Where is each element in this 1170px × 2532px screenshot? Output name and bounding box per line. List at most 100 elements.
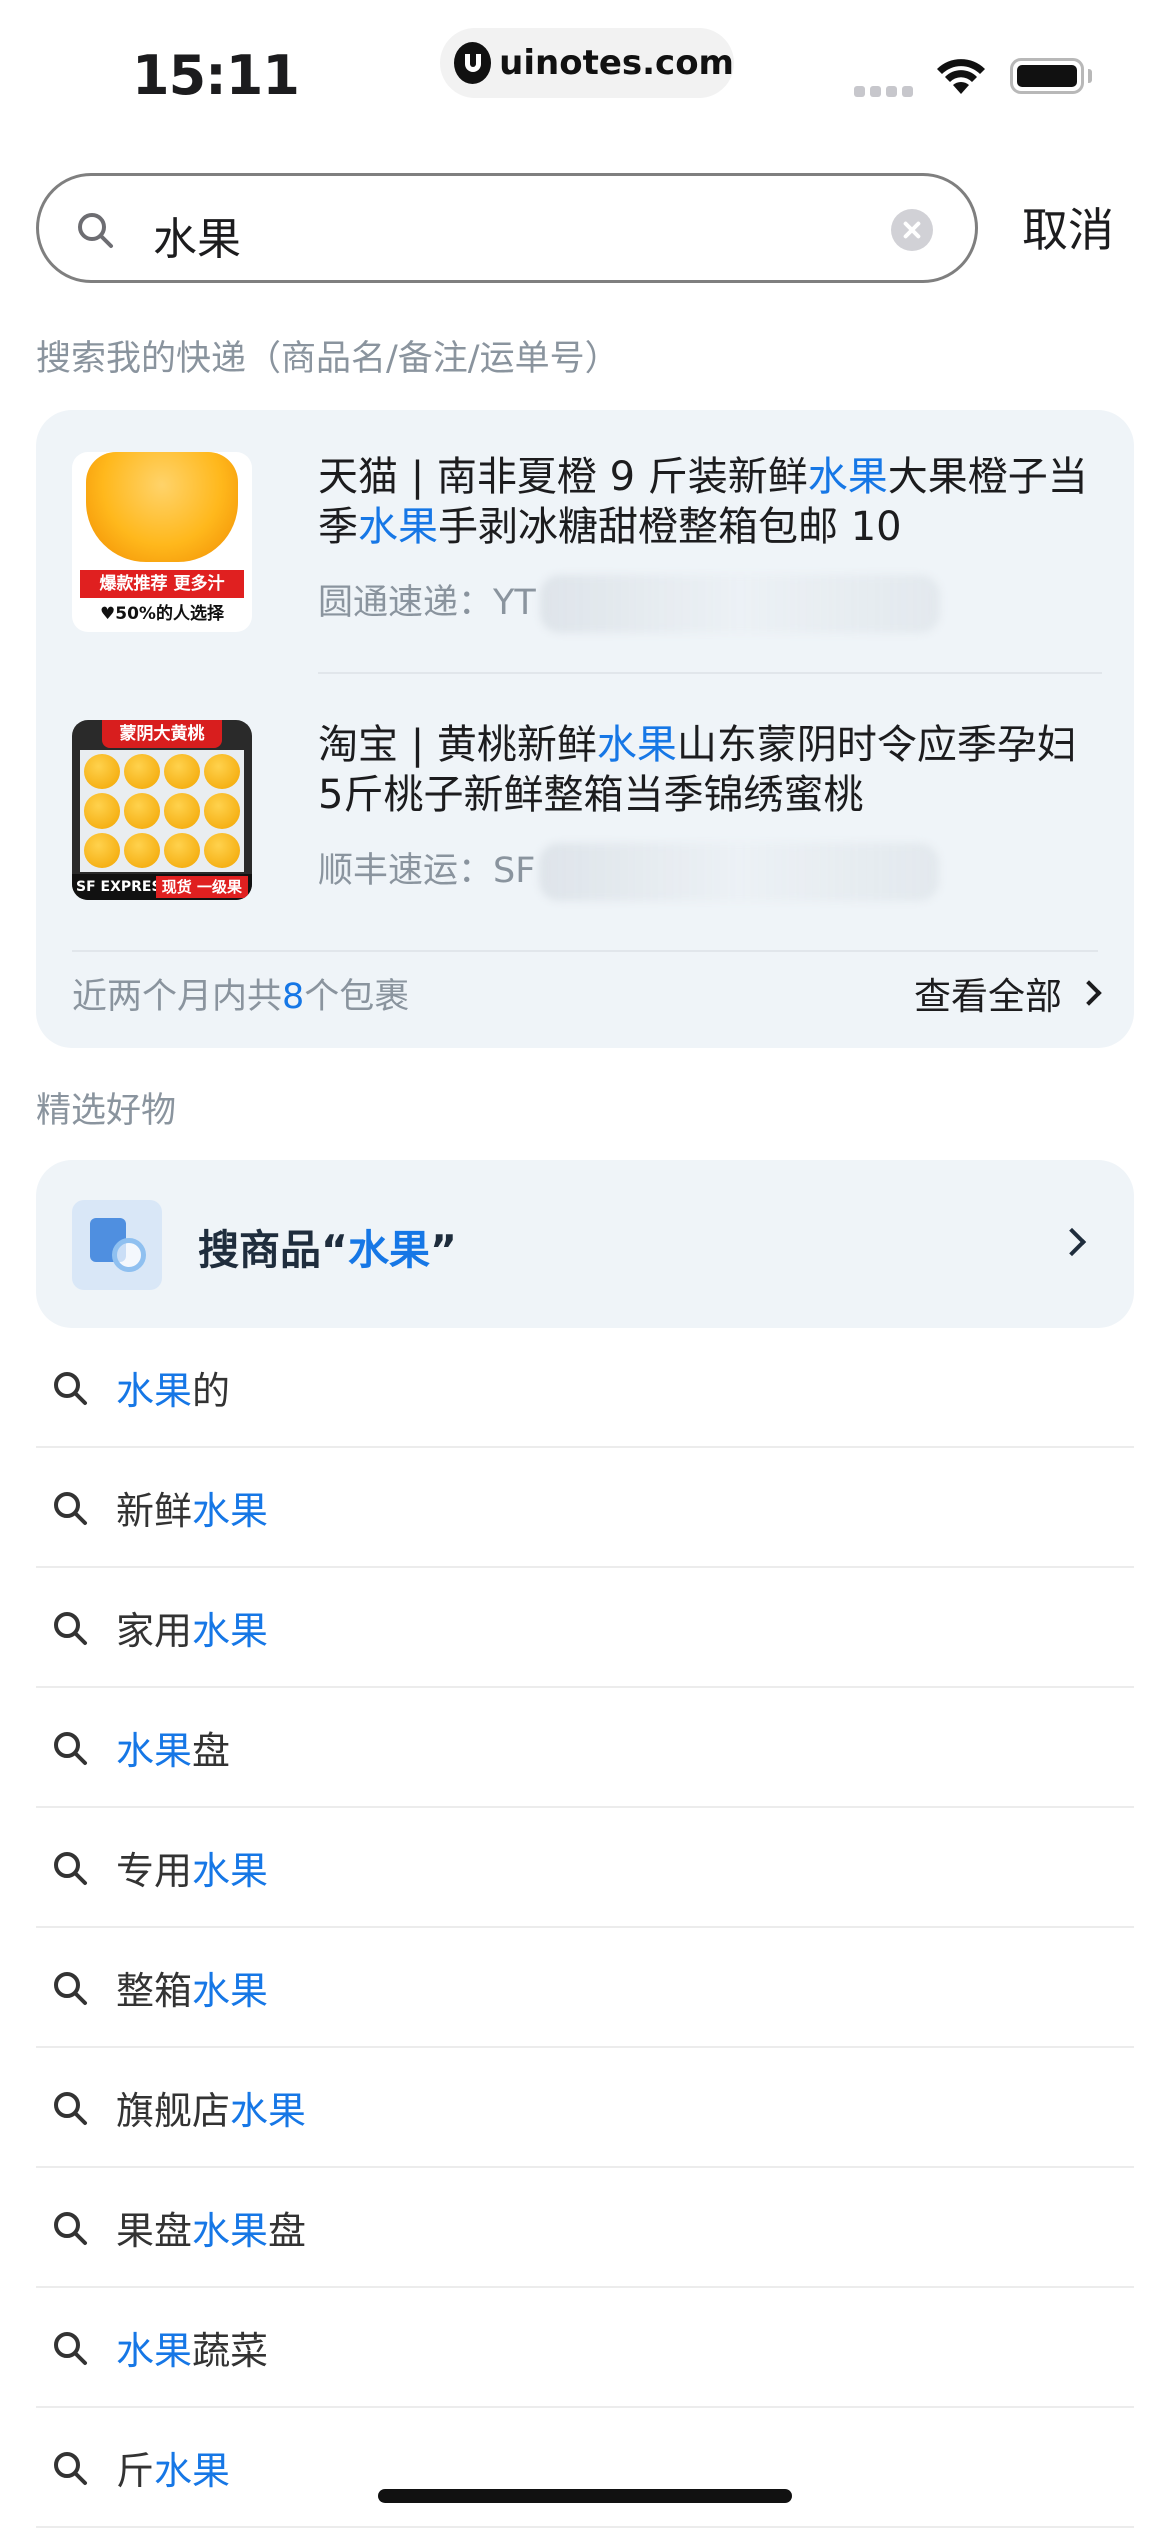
redacted-tracking-number <box>539 843 940 901</box>
express-section-title: 搜索我的快递（商品名/备注/运单号） <box>36 339 620 379</box>
suggestion-keyword: 水果 <box>192 1849 269 1893</box>
summary-suffix: 个包裹 <box>304 977 410 1017</box>
goods-section-title: 精选好物 <box>36 1091 177 1131</box>
chevron-right-icon <box>1076 980 1102 1006</box>
summary-prefix: 近两个月内共 <box>72 977 283 1017</box>
divider <box>72 950 1098 952</box>
suggestion-prefix: 斤 <box>116 2449 155 2493</box>
suggestion-item[interactable]: 水果的 <box>36 1328 1134 1448</box>
suggestion-text: 旗舰店水果 <box>116 2080 306 2135</box>
peach-image <box>80 750 244 872</box>
suggestion-prefix: 新鲜 <box>116 1489 193 1533</box>
search-icon <box>54 1972 87 2005</box>
label-prefix: 搜商品“ <box>198 1226 348 1274</box>
carrier-label: 顺丰速运：SF <box>318 851 536 891</box>
orange-image <box>86 452 238 562</box>
suggestion-suffix: 蔬菜 <box>192 2329 269 2373</box>
suggestion-prefix: 旗舰店 <box>116 2089 231 2133</box>
search-icon <box>54 1732 87 1765</box>
suggestion-item[interactable]: 水果蔬菜 <box>36 2288 1134 2408</box>
view-all-button[interactable]: 查看全部 <box>914 966 1102 1020</box>
suggestion-item[interactable]: 新鲜水果 <box>36 1448 1134 1568</box>
suggestion-item[interactable]: 水果盘 <box>36 1688 1134 1808</box>
package-item[interactable]: 爆款推荐 更多汁 ♥50%的人选择 天猫 | 南非夏橙 9 斤装新鲜水果大果橙子… <box>72 452 1102 674</box>
watermark-text: uinotes.com <box>499 43 734 83</box>
suggestion-text: 水果的 <box>116 1360 230 1415</box>
search-icon <box>54 2212 87 2245</box>
search-query[interactable]: 水果 <box>153 203 241 267</box>
cellular-signal-icon <box>854 86 913 97</box>
suggestion-prefix: 整箱 <box>116 1969 193 2013</box>
suggestion-text: 家用水果 <box>116 1600 268 1655</box>
suggestion-keyword: 水果 <box>192 1609 269 1653</box>
search-icon <box>54 2092 87 2125</box>
thumb-tag: 爆款推荐 更多汁 <box>80 570 244 598</box>
battery-cap <box>1088 69 1092 83</box>
chevron-right-icon <box>1057 1227 1087 1257</box>
package-carrier: 圆通速递：YT <box>318 574 940 633</box>
title-keyword: 水果 <box>358 504 438 550</box>
view-all-label: 查看全部 <box>914 975 1062 1018</box>
divider <box>318 672 1102 674</box>
suggestion-list: 水果的 新鲜水果 家用水果 水果盘 专用水果 整箱水果 旗舰店水果 果盘水果盘 水果蔬菜 斤水果 <box>36 1328 1134 2528</box>
suggestion-prefix: 果盘 <box>116 2209 193 2253</box>
package-title: 淘宝 | 黄桃新鲜水果山东蒙阴时令应季孕妇5斤桃子新鲜整箱当季锦绣蜜桃 <box>318 720 1098 820</box>
suggestion-keyword: 水果 <box>154 2449 231 2493</box>
title-part: 手剥冰糖甜橙整箱包邮 10 <box>438 504 902 550</box>
search-icon <box>54 1372 87 1405</box>
search-icon <box>54 1852 87 1885</box>
label-suffix: ” <box>429 1226 457 1274</box>
suggestion-item[interactable]: 斤水果 <box>36 2408 1134 2528</box>
suggestion-suffix: 的 <box>192 1369 231 1413</box>
title-keyword: 水果 <box>807 454 888 500</box>
thumb-tag: ♥50%的人选择 <box>100 604 224 624</box>
status-bar: 15:11 uinotes.com <box>0 0 1170 150</box>
status-time: 15:11 <box>132 44 300 107</box>
suggestion-text: 水果蔬菜 <box>116 2320 268 2375</box>
watermark-logo-icon <box>454 42 492 84</box>
package-title: 天猫 | 南非夏橙 9 斤装新鲜水果大果橙子当季水果手剥冰糖甜橙整箱包邮 10 <box>318 452 1098 552</box>
wifi-icon <box>937 59 985 94</box>
redacted-tracking-number <box>539 575 940 633</box>
suggestion-keyword: 水果 <box>192 1489 269 1533</box>
express-card: 爆款推荐 更多汁 ♥50%的人选择 天猫 | 南非夏橙 9 斤装新鲜水果大果橙子… <box>36 410 1134 1048</box>
cancel-button[interactable]: 取消 <box>1022 194 1114 260</box>
suggestion-item[interactable]: 整箱水果 <box>36 1928 1134 2048</box>
suggestion-text: 斤水果 <box>116 2440 230 2495</box>
suggestion-text: 专用水果 <box>116 1840 268 1895</box>
suggestion-item[interactable]: 果盘水果盘 <box>36 2168 1134 2288</box>
product-thumbnail: 爆款推荐 更多汁 ♥50%的人选择 <box>72 452 252 632</box>
suggestion-text: 整箱水果 <box>116 1960 268 2015</box>
search-goods-button[interactable]: 搜商品“水果” <box>36 1160 1134 1328</box>
suggestion-text: 水果盘 <box>116 1720 230 1775</box>
package-item[interactable]: 蒙阴大黄桃 SF EXPRESS 现货 一级果 淘宝 | 黄桃新鲜水果山东蒙阴时… <box>72 720 1102 910</box>
search-icon <box>54 2332 87 2365</box>
suggestion-keyword: 水果 <box>116 1369 193 1413</box>
search-icon <box>54 1492 87 1525</box>
search-icon <box>78 213 113 248</box>
suggestion-text: 果盘水果盘 <box>116 2200 306 2255</box>
suggestion-text: 新鲜水果 <box>116 1480 268 1535</box>
suggestion-item[interactable]: 家用水果 <box>36 1568 1134 1688</box>
suggestion-item[interactable]: 旗舰店水果 <box>36 2048 1134 2168</box>
suggestion-suffix: 盘 <box>268 2209 307 2253</box>
suggestion-prefix: 专用 <box>116 1849 193 1893</box>
search-icon <box>54 1612 87 1645</box>
suggestion-suffix: 盘 <box>192 1729 231 1773</box>
title-keyword: 水果 <box>596 722 677 768</box>
home-indicator <box>378 2489 792 2503</box>
search-icon <box>54 2452 87 2485</box>
clear-icon[interactable] <box>891 209 933 251</box>
suggestion-keyword: 水果 <box>192 2209 269 2253</box>
product-thumbnail: 蒙阴大黄桃 SF EXPRESS 现货 一级果 <box>72 720 252 900</box>
search-input[interactable]: 水果 <box>36 173 978 283</box>
suggestion-item[interactable]: 专用水果 <box>36 1808 1134 1928</box>
suggestion-keyword: 水果 <box>116 2329 193 2373</box>
title-part: 天猫 | 南非夏橙 9 斤装新鲜 <box>318 454 808 500</box>
package-carrier: 顺丰速运：SF <box>318 842 940 901</box>
label-keyword: 水果 <box>347 1226 430 1274</box>
carrier-label: 圆通速递：YT <box>318 583 536 623</box>
suggestion-keyword: 水果 <box>192 1969 269 2013</box>
watermark: uinotes.com <box>440 28 734 98</box>
battery-icon <box>1010 58 1084 94</box>
